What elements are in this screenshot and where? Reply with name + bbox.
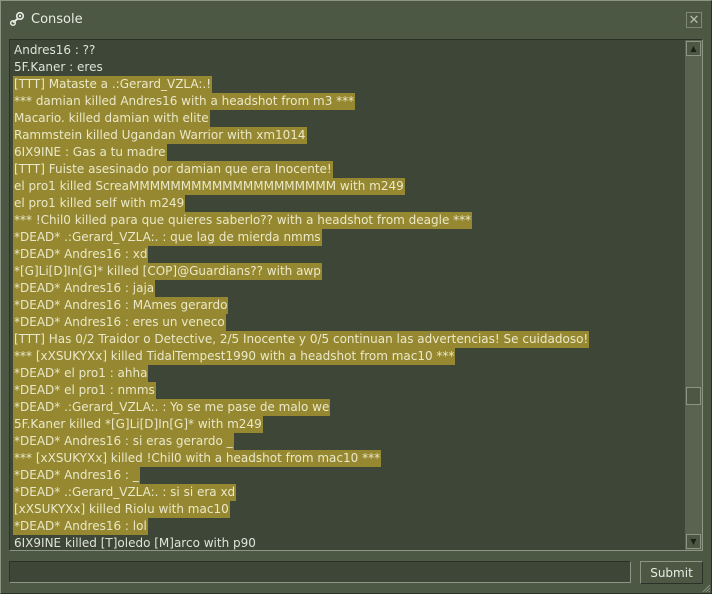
console-line: *DEAD* Andres16 : eres un veneco bbox=[13, 314, 683, 331]
console-line: *** damian killed Andres16 with a headsh… bbox=[13, 93, 683, 110]
console-lines: Andres16 : ?? 5F.Kaner : eres [TTT] Matast… bbox=[13, 42, 683, 550]
console-line-text: *DEAD* .:Gerard_VZLA:. : Yo se me pase d… bbox=[13, 399, 331, 416]
console-line-text: *** damian killed Andres16 with a headsh… bbox=[13, 93, 356, 110]
console-line-text: *DEAD* Andres16 : xd bbox=[13, 246, 149, 263]
command-input[interactable] bbox=[9, 561, 631, 583]
console-line-text: 5F.Kaner : eres bbox=[14, 60, 103, 74]
console-line-text: [TTT] Fuiste asesinado por damian que er… bbox=[13, 161, 333, 178]
console-window: Console ✕ Andres16 : ?? 5F.Kaner : eres [T… bbox=[0, 0, 712, 594]
console-line: *DEAD* .:Gerard_VZLA:. : si si era xd bbox=[13, 484, 683, 501]
console-line-text: el pro1 killed self with m249 bbox=[13, 195, 186, 212]
console-line: *DEAD* .:Gerard_VZLA:. : Yo se me pase d… bbox=[13, 399, 683, 416]
console-line-text: Rammstein killed Ugandan Warrior with xm… bbox=[13, 127, 307, 144]
console-line: *DEAD* .:Gerard_VZLA:. : que lag de mier… bbox=[13, 229, 683, 246]
console-line: *DEAD* Andres16 : lol bbox=[13, 518, 683, 535]
console-line-text: [TTT] Mataste a .:Gerard_VZLA:.! bbox=[13, 76, 213, 93]
console-line: *DEAD* Andres16 : si eras gerardo _ bbox=[13, 433, 683, 450]
console-output[interactable]: Andres16 : ?? 5F.Kaner : eres [TTT] Matast… bbox=[9, 39, 703, 551]
console-line: *** !Chil0 killed para que quieres saber… bbox=[13, 212, 683, 229]
close-icon: ✕ bbox=[688, 12, 700, 28]
console-line-text: [TTT] Has 0/2 Traidor o Detective, 2/5 I… bbox=[13, 331, 590, 348]
console-line: [TTT] Mataste a .:Gerard_VZLA:.! bbox=[13, 76, 683, 93]
console-line: *DEAD* Andres16 : jaja bbox=[13, 280, 683, 297]
arrow-up-icon: ▲ bbox=[690, 44, 697, 53]
console-line: el pro1 killed self with m249 bbox=[13, 195, 683, 212]
console-line: *DEAD* Andres16 : MAmes gerardo bbox=[13, 297, 683, 314]
title-bar[interactable]: Console ✕ bbox=[1, 1, 711, 37]
vertical-scrollbar[interactable]: ▲ ▼ bbox=[685, 40, 702, 550]
console-line-text: *DEAD* Andres16 : eres un veneco bbox=[13, 314, 226, 331]
window-title: Console bbox=[31, 12, 83, 27]
console-line-text: 5F.Kaner killed *[G]Li[D]In[G]* with m24… bbox=[13, 416, 263, 433]
submit-button[interactable]: Submit bbox=[640, 561, 703, 584]
console-line-text: 6IX9INE killed [T]oledo [M]arco with p90 bbox=[14, 536, 256, 550]
console-line-text: *** !Chil0 killed para que quieres saber… bbox=[13, 212, 473, 229]
console-line-text: *DEAD* .:Gerard_VZLA:. : que lag de mier… bbox=[13, 229, 322, 246]
console-line-text: Macario. killed damian with elite bbox=[13, 110, 210, 127]
console-line-text: *DEAD* Andres16 : lol bbox=[13, 518, 148, 535]
console-line-text: Andres16 : ?? bbox=[14, 43, 96, 57]
scroll-down-button[interactable]: ▼ bbox=[686, 534, 701, 549]
console-line: *DEAD* Andres16 : xd bbox=[13, 246, 683, 263]
console-line: [TTT] Has 0/2 Traidor o Detective, 2/5 I… bbox=[13, 331, 683, 348]
console-line: *DEAD* Andres16 : _ bbox=[13, 467, 683, 484]
console-line-text: [xXSUKYXx] killed Riolu with mac10 bbox=[13, 501, 230, 518]
console-line: [TTT] Fuiste asesinado por damian que er… bbox=[13, 161, 683, 178]
console-line-text: *DEAD* Andres16 : si eras gerardo _ bbox=[13, 433, 234, 450]
console-line: 6IX9INE : Gas a tu madre bbox=[13, 144, 683, 161]
console-line-text: *** [xXSUKYXx] killed TidalTempest1990 w… bbox=[13, 348, 456, 365]
scroll-up-button[interactable]: ▲ bbox=[686, 41, 701, 56]
console-line-text: *** [xXSUKYXx] killed !Chil0 with a head… bbox=[13, 450, 382, 467]
console-line: Rammstein killed Ugandan Warrior with xm… bbox=[13, 127, 683, 144]
console-line: *** [xXSUKYXx] killed TidalTempest1990 w… bbox=[13, 348, 683, 365]
scrollbar-thumb[interactable] bbox=[686, 387, 701, 405]
console-line-text: 6IX9INE : Gas a tu madre bbox=[13, 144, 167, 161]
console-line: *DEAD* el pro1 : ahha bbox=[13, 365, 683, 382]
console-line: 5F.Kaner killed *[G]Li[D]In[G]* with m24… bbox=[13, 416, 683, 433]
close-button[interactable]: ✕ bbox=[686, 12, 702, 28]
console-line-text: *[G]Li[D]In[G]* killed [COP]@Guardians??… bbox=[13, 263, 322, 280]
console-line-text: *DEAD* el pro1 : nmms bbox=[13, 382, 156, 399]
console-line-text: *DEAD* Andres16 : jaja bbox=[13, 280, 156, 297]
arrow-down-icon: ▼ bbox=[690, 537, 697, 546]
console-line: *DEAD* el pro1 : nmms bbox=[13, 382, 683, 399]
console-line: Andres16 : ?? bbox=[13, 42, 683, 59]
console-line: el pro1 killed ScreaMMMMMMMMMMMMMMMMMMMM… bbox=[13, 178, 683, 195]
console-line: Macario. killed damian with elite bbox=[13, 110, 683, 127]
console-line: 5F.Kaner : eres bbox=[13, 59, 683, 76]
console-line: *[G]Li[D]In[G]* killed [COP]@Guardians??… bbox=[13, 263, 683, 280]
steam-icon bbox=[9, 11, 25, 27]
console-line-text: *DEAD* .:Gerard_VZLA:. : si si era xd bbox=[13, 484, 237, 501]
console-line: [xXSUKYXx] killed Riolu with mac10 bbox=[13, 501, 683, 518]
console-line-text: *DEAD* el pro1 : ahha bbox=[13, 365, 149, 382]
console-line-text: *DEAD* Andres16 : MAmes gerardo bbox=[13, 297, 229, 314]
console-line-text: el pro1 killed ScreaMMMMMMMMMMMMMMMMMMMM… bbox=[13, 178, 405, 195]
console-line: *** [xXSUKYXx] killed !Chil0 with a head… bbox=[13, 450, 683, 467]
console-line: 6IX9INE killed [T]oledo [M]arco with p90 bbox=[13, 535, 683, 550]
console-line-text: *DEAD* Andres16 : _ bbox=[13, 467, 140, 484]
resize-grip-icon[interactable] bbox=[701, 583, 711, 593]
